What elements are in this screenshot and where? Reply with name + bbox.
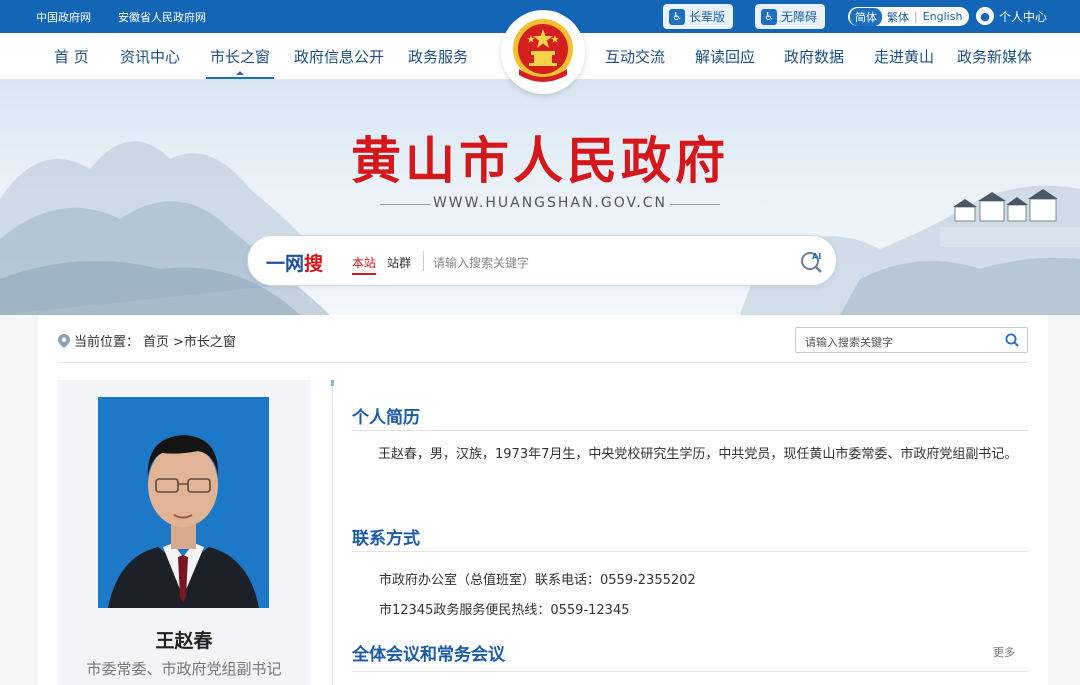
bio-heading-line xyxy=(352,430,1028,431)
accessibility-button[interactable]: ♿ 无障碍 xyxy=(755,4,826,29)
elder-icon: ♿︎ xyxy=(669,8,685,25)
elder-mode-label: 长辈版 xyxy=(689,10,726,24)
contact-heading: 联系方式 xyxy=(352,529,420,549)
link-anhui-gov[interactable]: 安徽省人民政府网 xyxy=(118,9,206,25)
official-portrait-photo xyxy=(98,397,269,608)
user-center-link[interactable]: ● 个人中心 xyxy=(976,7,1047,25)
breadcrumb: 当前位置： 首页 >市长之窗 xyxy=(58,331,236,350)
contact-line-hotline: 市12345政务服务便民热线：0559-12345 xyxy=(379,603,630,618)
accessibility-icon: ♿ xyxy=(761,8,777,25)
elder-mode-button[interactable]: ♿︎ 长辈版 xyxy=(663,4,734,29)
search-icon[interactable] xyxy=(1005,333,1019,347)
search-scope-group[interactable]: 站群 xyxy=(387,254,411,271)
official-name: 王赵春 xyxy=(155,630,213,652)
nav-item-news[interactable]: 资讯中心 xyxy=(120,46,180,67)
accessibility-label: 无障碍 xyxy=(781,10,818,24)
nav-item-huangshan[interactable]: 走进黄山 xyxy=(874,46,934,67)
page-search-placeholder: 请输入搜索关键字 xyxy=(805,336,893,349)
lang-simplified[interactable]: 简体 xyxy=(850,7,882,26)
national-emblem[interactable] xyxy=(501,10,585,94)
official-title: 市委常委、市政府党组副书记 xyxy=(86,660,282,678)
meetings-heading-line xyxy=(352,671,1028,672)
site-title: 黄山市人民政府 xyxy=(351,131,729,190)
emblem-icon xyxy=(513,19,573,82)
hero-banner: 黄山市人民政府 WWW.HUANGSHAN.GOV.CN 一网搜 本站 站群 请… xyxy=(0,79,1080,315)
nav-item-interpretation[interactable]: 解读回应 xyxy=(695,46,755,67)
search-divider xyxy=(423,251,424,271)
search-input[interactable]: 请输入搜索关键字 xyxy=(433,254,529,271)
main-content: 当前位置： 首页 >市长之窗 请输入搜索关键字 王赵春 市委常委、市政府党组副书… xyxy=(38,315,1048,685)
link-china-gov[interactable]: 中国政府网 xyxy=(36,9,91,25)
nav-item-gov-data[interactable]: 政府数据 xyxy=(784,46,844,67)
bio-text: 王赵春，男，汉族，1973年7月生，中央党校研究生学历，中共党员，现任黄山市委常… xyxy=(378,447,1018,462)
location-pin-icon xyxy=(58,333,70,348)
search-scope-site[interactable]: 本站 xyxy=(352,254,377,275)
nav-item-info-disclosure[interactable]: 政府信息公开 xyxy=(294,46,384,67)
nav-item-mayor-window[interactable]: 市长之窗 xyxy=(205,46,275,79)
bio-heading: 个人简历 xyxy=(352,408,420,428)
user-center-label: 个人中心 xyxy=(999,9,1048,24)
user-icon: ● xyxy=(976,7,994,25)
profile-card: 王赵春 市委常委、市政府党组副书记 xyxy=(58,380,310,685)
contact-line-office: 市政府办公室（总值班室）联系电话：0559-2355202 xyxy=(379,573,696,588)
page-search-field[interactable]: 请输入搜索关键字 xyxy=(795,327,1028,353)
meetings-more-link[interactable]: 更多 xyxy=(993,644,1015,660)
search-brand: 一网搜 xyxy=(266,253,324,275)
nav-item-new-media[interactable]: 政务新媒体 xyxy=(957,46,1032,67)
breadcrumb-prefix: 当前位置： xyxy=(74,335,140,350)
lang-traditional[interactable]: 繁体 xyxy=(882,8,914,26)
ai-search-icon[interactable]: AI xyxy=(799,248,825,274)
site-search-bar: 一网搜 本站 站群 请输入搜索关键字 AI xyxy=(247,235,837,286)
nav-item-home[interactable]: 首 页 xyxy=(54,46,89,67)
nav-item-interaction[interactable]: 互动交流 xyxy=(605,46,665,67)
language-switcher: 简体 繁体 | English xyxy=(848,7,970,26)
nav-item-gov-service[interactable]: 政务服务 xyxy=(408,46,468,67)
breadcrumb-current[interactable]: >市长之窗 xyxy=(173,331,236,350)
lang-english[interactable]: English xyxy=(918,9,968,24)
meetings-heading: 全体会议和常务会议 xyxy=(352,645,505,665)
site-url: WWW.HUANGSHAN.GOV.CN xyxy=(380,195,720,211)
contact-heading-line xyxy=(352,551,1028,552)
content-divider xyxy=(331,380,334,685)
svg-text:AI: AI xyxy=(812,252,821,261)
breadcrumb-divider xyxy=(58,362,1028,363)
breadcrumb-home[interactable]: 首页 xyxy=(143,331,169,350)
